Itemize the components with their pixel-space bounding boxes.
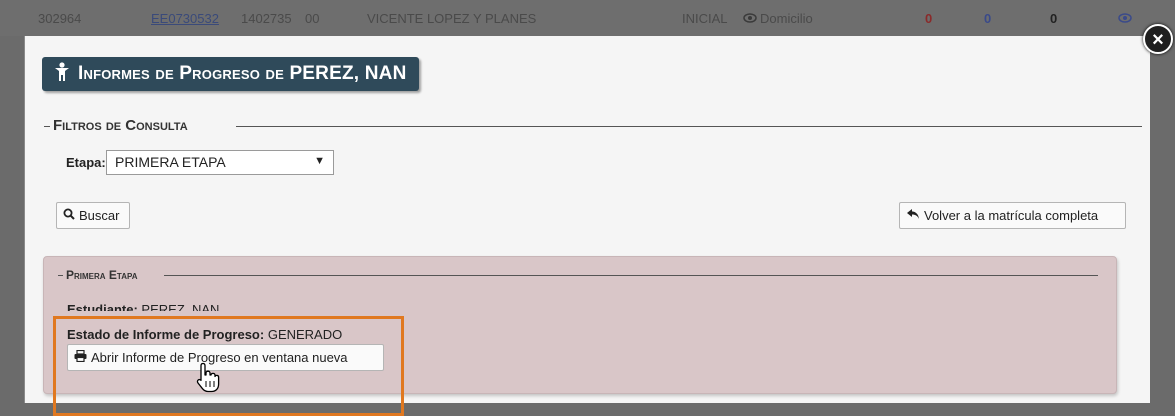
- row-count-black: 0: [1050, 11, 1058, 26]
- back-to-enrollment-button[interactable]: Volver a la matrícula completa: [899, 202, 1126, 229]
- etapa-value: PRIMERA ETAPA: [115, 154, 226, 170]
- row-school: VICENTE LOPEZ Y PLANES: [367, 11, 537, 26]
- row-code-link[interactable]: EE0730532: [151, 11, 219, 26]
- reply-arrow-icon: [906, 208, 920, 223]
- close-icon: ×: [1152, 29, 1164, 51]
- etapa-select[interactable]: PRIMERA ETAPA ▼: [106, 150, 334, 175]
- row-id: 302964: [38, 11, 82, 26]
- modal-title: Informes de Progreso de PEREZ, NAN: [78, 63, 407, 84]
- fieldset-border-right: [236, 126, 1142, 127]
- row-count-red: 0: [925, 11, 933, 26]
- filters-legend: Filtros de Consulta: [53, 117, 188, 134]
- overlay-left: [0, 36, 24, 403]
- section-legend: Primera Etapa: [66, 268, 138, 282]
- student-icon: [54, 61, 70, 87]
- back-button-label: Volver a la matrícula completa: [924, 208, 1099, 223]
- search-button-label: Buscar: [79, 208, 120, 223]
- row-scope: Domicilio: [760, 11, 813, 26]
- fieldset-border-left: [44, 126, 50, 127]
- hand-cursor-icon: [196, 362, 220, 399]
- eye-icon: [743, 11, 757, 26]
- row-eye-icon[interactable]: [1118, 11, 1132, 26]
- close-button[interactable]: ×: [1143, 24, 1173, 54]
- row-level: INICIAL: [682, 11, 728, 26]
- dropdown-arrow-icon: ▼: [314, 155, 325, 167]
- row-section: 00: [305, 11, 320, 26]
- section-border-right: [164, 275, 1098, 276]
- row-count-blue: 0: [984, 11, 992, 26]
- background-table-row: 302964 EE0730532 1402735 00 VICENTE LOPE…: [0, 0, 1175, 36]
- section-border-left: [58, 275, 63, 276]
- modal-title-banner: Informes de Progreso de PEREZ, NAN: [42, 57, 419, 91]
- row-number: 1402735: [241, 11, 292, 26]
- magnifier-icon: [63, 208, 75, 223]
- etapa-label: Etapa:: [66, 155, 106, 170]
- highlight-box: [53, 316, 404, 416]
- search-button[interactable]: Buscar: [56, 202, 130, 229]
